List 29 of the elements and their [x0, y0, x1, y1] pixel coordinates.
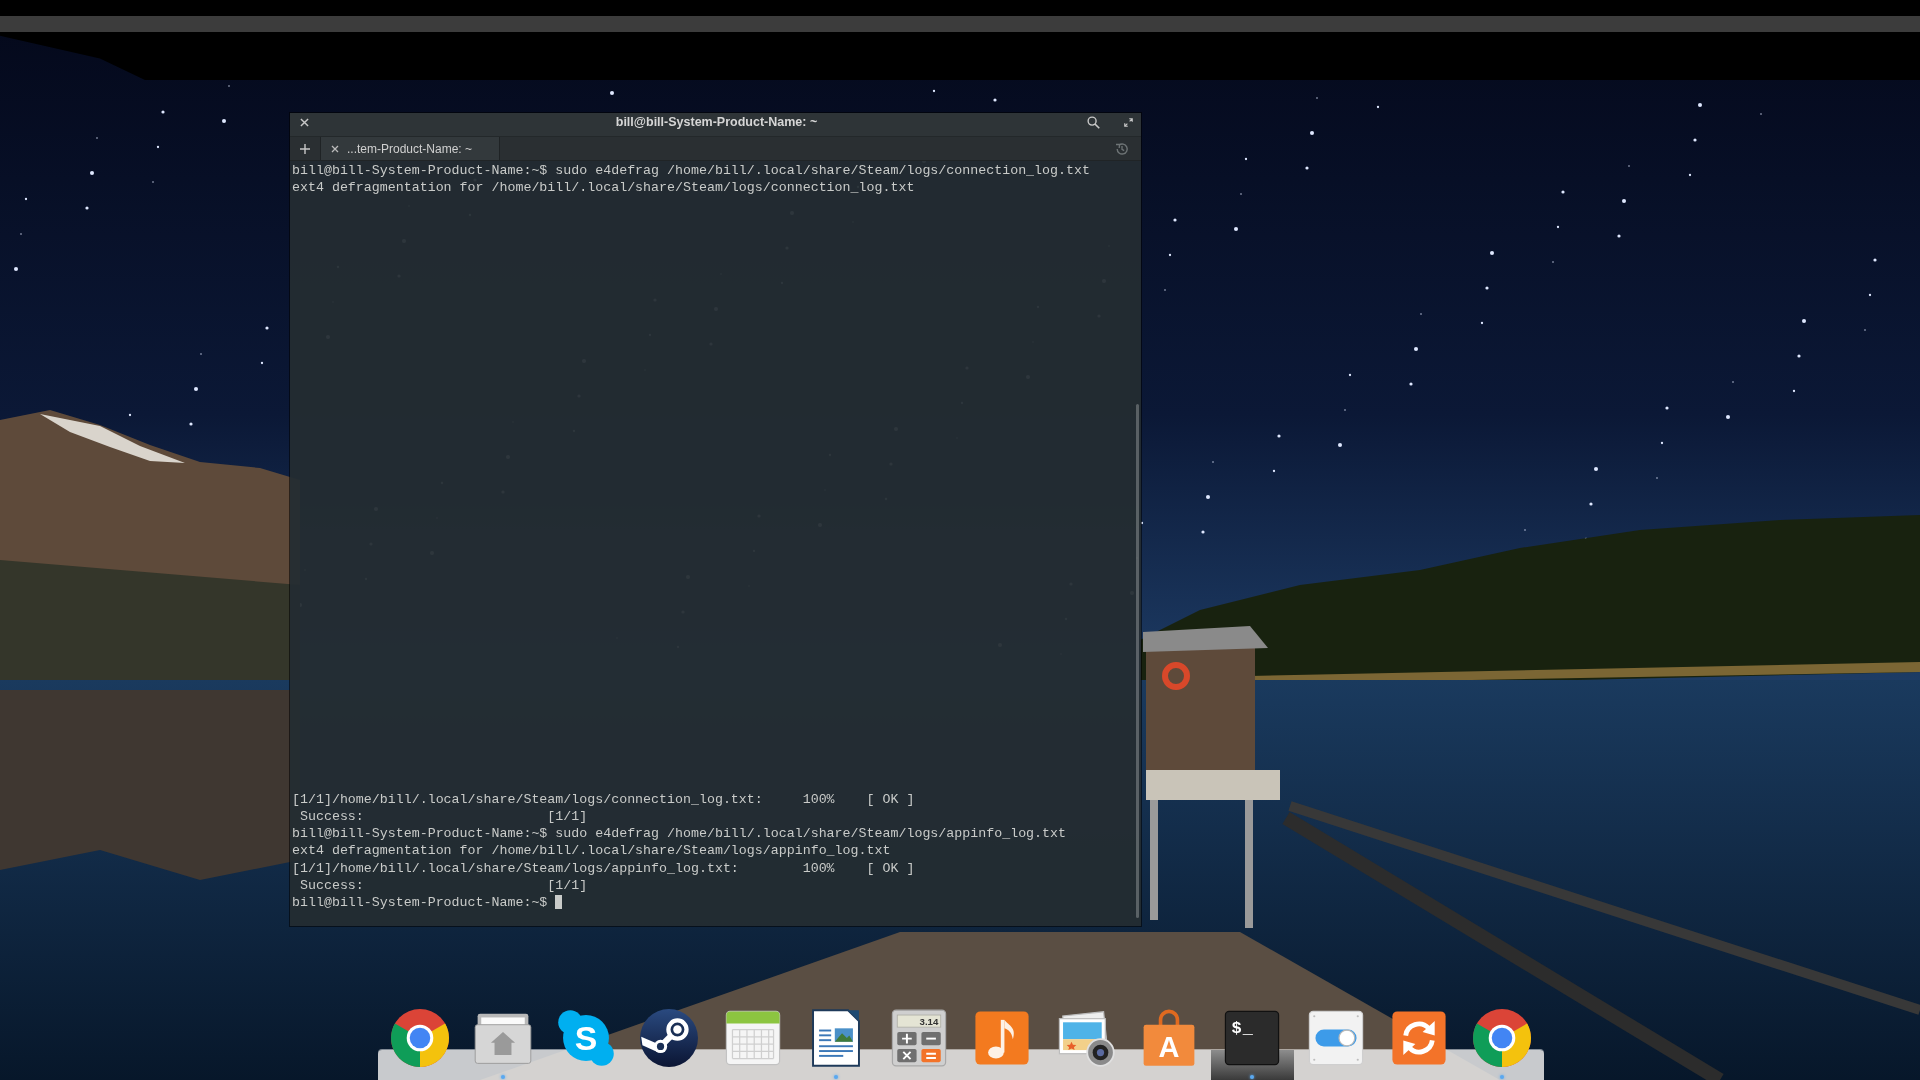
ring-logo-icon[interactable] [1473, 1009, 1532, 1067]
music-note-icon[interactable] [973, 1009, 1032, 1067]
search-icon[interactable] [1087, 115, 1100, 129]
terminal-line: [1/1]/home/bill/.local/share/Steam/logs/appinfo_log.txt: 100% [ OK ] [292, 859, 915, 877]
terminal-line: bill@bill-System-Product-Name:~$ sudo e4defrag /home/bill/.local/share/Steam/logs/connection_log.txt [292, 162, 1090, 180]
cursor-icon [555, 895, 563, 910]
sync-arrows-icon[interactable] [1389, 1009, 1448, 1067]
history-icon[interactable] [1115, 141, 1129, 156]
close-icon[interactable] [300, 117, 309, 127]
terminal-line: bill@bill-System-Product-Name:~$ [292, 893, 548, 911]
window-title: bill@bill-System-Product-Name: ~ [615, 115, 818, 129]
photo-camera-icon[interactable] [1056, 1009, 1115, 1067]
plus-icon [300, 143, 310, 154]
terminal-icon[interactable]: $_ [1223, 1009, 1282, 1067]
terminal-line: bill@bill-System-Product-Name:~$ sudo e4defrag /home/bill/.local/share/Steam/logs/appinfo_log.txt [292, 825, 1066, 843]
terminal-line: ext4 defragmentation for /home/bill/.local/share/Steam/logs/appinfo_log.txt [292, 842, 891, 860]
calculator-icon[interactable]: 3.14 [890, 1009, 949, 1067]
piston-logo-icon[interactable] [640, 1009, 699, 1067]
terminal-line: [1/1]/home/bill/.local/share/Steam/logs/connection_log.txt: 100% [ OK ] [292, 790, 915, 809]
terminal-line: Success: [1/1] [298, 876, 588, 894]
toggle-switch-icon[interactable] [1306, 1009, 1365, 1067]
ring-logo-icon[interactable] [390, 1009, 449, 1067]
terminal-line: Success: [1/1] [298, 808, 588, 826]
terminal-line: ext4 defragmentation for /home/bill/.local/share/Steam/logs/connection_log.txt [292, 179, 915, 197]
maximize-icon[interactable] [1124, 117, 1133, 127]
scrollbar-thumb[interactable] [1136, 404, 1139, 918]
calendar-icon[interactable] [723, 1009, 782, 1067]
close-icon[interactable] [331, 144, 339, 153]
terminal-tab[interactable]: ...tem-Product-Name: ~ [320, 137, 500, 160]
